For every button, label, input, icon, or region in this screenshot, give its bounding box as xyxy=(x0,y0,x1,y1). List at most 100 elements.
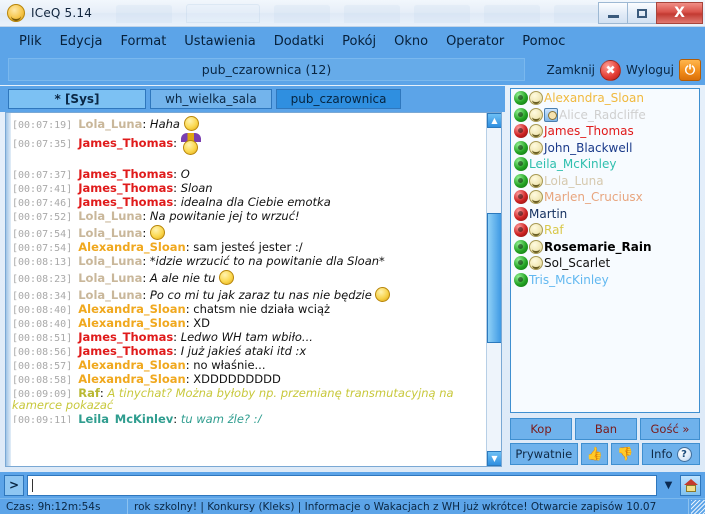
resize-grip-icon[interactable] xyxy=(691,499,705,514)
kick-button[interactable]: Kop xyxy=(510,418,572,440)
message-nickname[interactable]: Lola_Luna xyxy=(78,254,142,268)
logout-label[interactable]: Wyloguj xyxy=(626,63,674,77)
message-nickname[interactable]: James_Thomas xyxy=(78,167,173,181)
message-nickname[interactable]: James_Thomas xyxy=(78,344,173,358)
close-button[interactable]: X xyxy=(656,2,703,24)
menu-item-dodatki[interactable]: Dodatki xyxy=(265,31,333,52)
message-nickname[interactable]: Lola_Luna xyxy=(78,209,142,223)
user-list-item[interactable]: Alexandra_Sloan xyxy=(512,90,699,107)
message-nickname[interactable]: Lola_Luna xyxy=(78,226,142,240)
close-room-icon[interactable]: ✖ xyxy=(600,59,621,81)
message-nickname[interactable]: Alexandra_Sloan xyxy=(78,316,186,330)
chat-message: [00:07:46] James_Thomas: idealna dla Cie… xyxy=(12,196,485,210)
guest-button[interactable]: Gość » xyxy=(640,418,700,440)
history-dropdown-icon[interactable]: ▼ xyxy=(660,474,677,496)
message-nickname[interactable]: James_Thomas xyxy=(78,136,173,150)
ghost-tab xyxy=(344,3,401,23)
user-smiley-icon xyxy=(529,239,543,254)
minimize-icon xyxy=(607,14,619,18)
tab-sys[interactable]: * [Sys] xyxy=(8,89,146,109)
user-list-item[interactable]: James_Thomas xyxy=(512,123,699,140)
background-browser-tabs xyxy=(116,2,598,24)
user-list-item[interactable]: John_Blackwell xyxy=(512,140,699,157)
message-timestamp: [00:08:57] xyxy=(12,361,79,372)
chat-message-list: [00:07:19] Lola_Luna: Haha [00:07:35] Ja… xyxy=(12,115,485,466)
user-list-item[interactable]: Sol_Scarlet xyxy=(512,255,699,272)
room-header-bar: pub_czarownica (12) Zamknij ✖ Wyloguj ⏻ xyxy=(0,55,705,85)
status-online-icon xyxy=(514,256,528,271)
message-timestamp: [00:07:46] xyxy=(12,198,79,209)
menu-item-format[interactable]: Format xyxy=(111,31,175,52)
chat-vertical-scrollbar[interactable]: ▲ ▼ xyxy=(486,113,501,466)
message-nickname[interactable]: Lola_Luna xyxy=(78,271,142,285)
user-list-item[interactable]: Martin xyxy=(512,206,699,223)
message-nickname[interactable]: James_Thomas xyxy=(78,195,173,209)
info-button[interactable]: Info ? xyxy=(642,443,700,465)
user-list-item[interactable]: Lola_Luna xyxy=(512,173,699,190)
menu-item-pomoc[interactable]: Pomoc xyxy=(513,31,574,52)
home-button[interactable] xyxy=(680,474,701,496)
maximize-button[interactable] xyxy=(627,2,656,24)
close-icon: X xyxy=(674,5,685,21)
status-online-icon xyxy=(514,107,528,122)
message-timestamp: [00:07:35] xyxy=(12,139,79,150)
chat-message: [00:08:40] Alexandra_Sloan: XD xyxy=(12,317,485,331)
thumbs-up-button[interactable]: 👍 xyxy=(580,443,609,465)
message-nickname[interactable]: Lola_Luna xyxy=(78,117,142,131)
message-input[interactable] xyxy=(27,474,657,496)
message-nickname[interactable]: Leila_McKinley xyxy=(78,413,173,423)
user-list-item[interactable]: Marlen_Cruciusx xyxy=(512,189,699,206)
user-list-item[interactable]: Rosemarie_Rain xyxy=(512,239,699,256)
chat-left-gutter xyxy=(6,113,11,466)
user-list-item[interactable]: Leila_McKinley xyxy=(512,156,699,173)
user-list-item[interactable]: Alice_Radcliffe xyxy=(512,107,699,124)
message-separator: : xyxy=(142,271,150,285)
scroll-down-arrow-icon[interactable]: ▼ xyxy=(487,451,501,466)
thumbs-down-button[interactable]: 👎 xyxy=(611,443,640,465)
scrollbar-thumb[interactable] xyxy=(487,213,501,343)
tab-pub-czarownica[interactable]: pub_czarownica xyxy=(275,89,402,109)
user-list-item[interactable]: Tris_McKinley xyxy=(512,272,699,289)
message-nickname[interactable]: Alexandra_Sloan xyxy=(78,358,186,372)
message-nickname[interactable]: James_Thomas xyxy=(78,330,173,344)
send-prompt-button[interactable]: > xyxy=(4,474,24,496)
menu-item-operator[interactable]: Operator xyxy=(437,31,513,52)
message-nickname[interactable]: Lola_Luna xyxy=(78,288,142,302)
chat-message-pane[interactable]: [00:07:19] Lola_Luna: Haha [00:07:35] Ja… xyxy=(5,112,502,467)
menu-item-pokoj[interactable]: Pokój xyxy=(333,31,385,52)
user-nickname: John_Blackwell xyxy=(544,140,633,155)
chat-message: [00:08:56] James_Thomas: I już jakieś at… xyxy=(12,345,485,359)
minimize-button[interactable] xyxy=(598,2,627,24)
message-nickname[interactable]: Alexandra_Sloan xyxy=(78,372,186,386)
message-separator: : xyxy=(173,344,181,358)
jester-smiley-icon xyxy=(180,133,201,155)
chat-message: [00:09:09] Raf: A tinychat? Można byłoby… xyxy=(12,387,485,413)
logout-power-icon[interactable]: ⏻ xyxy=(679,59,701,81)
status-online-icon xyxy=(514,140,528,155)
user-list-item[interactable]: Raf xyxy=(512,222,699,239)
chat-message: [00:07:54] Lola_Luna: xyxy=(12,224,485,241)
chat-message: [00:07:41] James_Thomas: Sloan xyxy=(12,182,485,196)
message-nickname[interactable]: Alexandra_Sloan xyxy=(78,302,186,316)
private-message-button[interactable]: Prywatnie xyxy=(510,443,578,465)
close-room-label[interactable]: Zamknij xyxy=(547,63,596,77)
menu-item-ustawienia[interactable]: Ustawienia xyxy=(175,31,264,52)
menu-item-edycja[interactable]: Edycja xyxy=(51,31,112,52)
ban-button[interactable]: Ban xyxy=(575,418,637,440)
message-timestamp: [00:08:58] xyxy=(12,375,79,386)
user-smiley-icon xyxy=(529,173,543,188)
menu-item-okno[interactable]: Okno xyxy=(385,31,437,52)
user-smiley-icon xyxy=(529,190,543,205)
message-nickname[interactable]: Alexandra_Sloan xyxy=(78,240,186,254)
message-text: idealna dla Ciebie emotka xyxy=(180,195,331,209)
user-list-pane[interactable]: Alexandra_Sloan Alice_Radcliffe James_Thom… xyxy=(510,88,700,413)
maximize-icon xyxy=(637,8,647,18)
tab-wh-wielka-sala[interactable]: wh_wielka_sala xyxy=(150,89,272,109)
user-smiley-icon xyxy=(529,107,543,122)
menu-item-plik[interactable]: Plik xyxy=(10,31,51,52)
message-text: *idzie wrzucić to na powitanie dla Sloan… xyxy=(149,254,385,268)
message-nickname[interactable]: James_Thomas xyxy=(78,181,173,195)
message-text: Sloan xyxy=(180,181,213,195)
chat-message: [00:07:19] Lola_Luna: Haha xyxy=(12,115,485,132)
scroll-up-arrow-icon[interactable]: ▲ xyxy=(487,113,501,128)
